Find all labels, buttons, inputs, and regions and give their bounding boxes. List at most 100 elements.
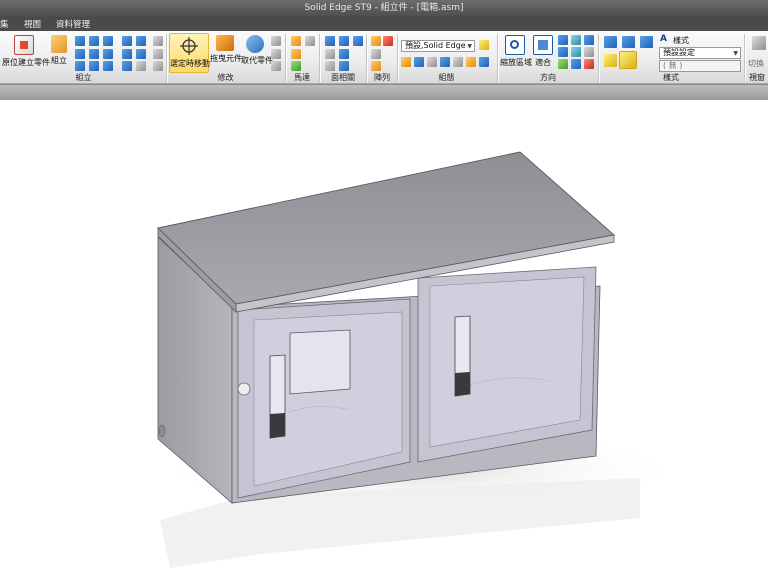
relationship-tangent-icon[interactable] [75,61,85,71]
replace-part-button[interactable]: 取代零件 [241,33,273,73]
ribbon-separator [285,34,286,82]
drag-component-icon [216,35,234,51]
relationship-cam-icon[interactable] [89,61,99,71]
face-relate-perpendicular-icon[interactable] [353,36,363,46]
configuration-options-icon[interactable] [479,40,489,50]
zoom-area-button[interactable]: 縮放區域 [500,33,532,73]
relationship-planar-icon[interactable] [89,36,99,46]
sim-configuration-icon[interactable] [466,57,476,67]
select-move-icon [179,36,199,56]
motor-animate-icon[interactable] [291,61,301,71]
menu-item-data-management[interactable]: 資料管理 [56,18,90,30]
relationship-ground-icon[interactable] [122,61,132,71]
fit-button[interactable]: 適合 [531,33,555,73]
face-relate-symmetric-icon[interactable] [339,49,349,59]
named-views-icon[interactable] [571,59,581,69]
create-in-place-button[interactable]: 原位建立零件 [2,33,50,73]
menu-item-view[interactable]: 視圖 [24,18,41,30]
select-move-button[interactable]: 選定時移動 [169,33,210,73]
relationship-more-icon[interactable] [136,61,146,71]
transfer-icon[interactable] [271,49,281,59]
pattern-along-curve-icon[interactable] [371,61,381,71]
drag-component-button[interactable]: 拖曳元件 [210,33,242,73]
ribbon-separator [397,34,398,82]
switch-window-icon[interactable] [752,36,766,50]
config-manager-icon[interactable] [479,57,489,67]
alternate-assembly-icon[interactable] [440,57,450,67]
capture-fit-icon[interactable] [153,61,163,71]
face-relate-tangent-icon[interactable] [325,49,335,59]
pattern-mirror-icon[interactable] [383,36,393,46]
relationship-rigid-icon[interactable] [136,49,146,59]
fit-label: 適合 [535,58,551,67]
zone-icon[interactable] [427,57,437,67]
zoom-area-icon [505,35,525,55]
style-preset-combo[interactable]: 預設設定 ▼ [659,47,741,59]
show-relations-icon[interactable] [153,49,163,59]
pan-icon[interactable] [571,35,581,45]
cube-shaded-icon[interactable] [622,36,635,48]
relationship-mate-icon[interactable] [75,36,85,46]
ribbon-separator [744,34,745,82]
sketch-view-icon[interactable] [558,59,568,69]
pattern-duplicate-icon[interactable] [371,49,381,59]
face-relate-parallel-icon[interactable] [339,36,349,46]
family-member-icon[interactable] [453,57,463,67]
style-none-combo[interactable]: ( 無 ) [659,60,741,72]
style-preset-value: 預設設定 [663,48,695,57]
group-label-motor: 馬達 [294,73,310,82]
relationship-angle-icon[interactable] [103,49,113,59]
relationship-parallel-icon[interactable] [122,36,132,46]
zoom-area-label: 縮放區域 [500,58,532,67]
graphics-viewport[interactable] [0,100,768,584]
cube-wire-icon[interactable] [640,36,653,48]
assemble-icon [51,35,67,53]
fit-icon [533,35,553,55]
group-label-views: 視窗 [749,73,765,82]
left-door-window [289,329,351,395]
display-config-icon[interactable] [401,57,411,67]
ribbon-separator [319,34,320,82]
disperse-icon[interactable] [271,61,281,71]
spin-about-icon[interactable] [571,47,581,57]
relationship-axial-icon[interactable] [103,36,113,46]
window-title-bar: Solid Edge ST9 - 組立件 - [電箱.asm] [0,0,768,17]
shaded-edges-icon[interactable] [619,51,637,69]
relationship-insert-icon[interactable] [75,49,85,59]
group-label-modify: 修改 [217,73,234,82]
grid-icon[interactable] [153,36,163,46]
configuration-combo[interactable]: 預設,Solid Edge ▼ [401,40,475,52]
face-relate-aligned-icon[interactable] [339,61,349,71]
configuration-combo-value: 預設,Solid Edge [405,41,466,50]
relationship-gear-icon[interactable] [103,61,113,71]
shaded-icon[interactable] [604,54,617,67]
menu-item-collection[interactable]: 集 [0,18,9,30]
motor-icon[interactable] [291,36,301,46]
explode-icon[interactable] [414,57,424,67]
common-views-icon[interactable] [584,59,594,69]
drag-component-label: 拖曳元件 [210,54,242,63]
face-relate-coplanar-icon[interactable] [325,36,335,46]
mirror-icon[interactable] [271,36,281,46]
relationship-match-cs-icon[interactable] [136,36,146,46]
create-part-icon [14,35,34,55]
cube-view-icon[interactable] [604,36,617,48]
zoom-icon[interactable] [558,35,568,45]
group-label-orient: 方向 [540,73,556,82]
pattern-icon[interactable] [371,36,381,46]
motor-linear-icon[interactable] [291,49,301,59]
ribbon-separator [497,34,498,82]
relationship-center-icon[interactable] [122,49,132,59]
electrical-cabinet-model[interactable] [157,151,615,504]
rotate-icon[interactable] [584,35,594,45]
style-label[interactable]: 樣式 [673,35,689,46]
right-door-handle [455,372,470,396]
replace-part-icon [246,35,264,53]
look-at-face-icon[interactable] [558,47,568,57]
face-relate-concentric-icon[interactable] [325,61,335,71]
relationship-connect-icon[interactable] [89,49,99,59]
assemble-button[interactable]: 組立 [47,33,71,73]
previous-view-icon[interactable] [584,47,594,57]
motor-simulate-icon[interactable] [305,36,315,46]
switch-window-label[interactable]: 切換 [748,58,768,69]
